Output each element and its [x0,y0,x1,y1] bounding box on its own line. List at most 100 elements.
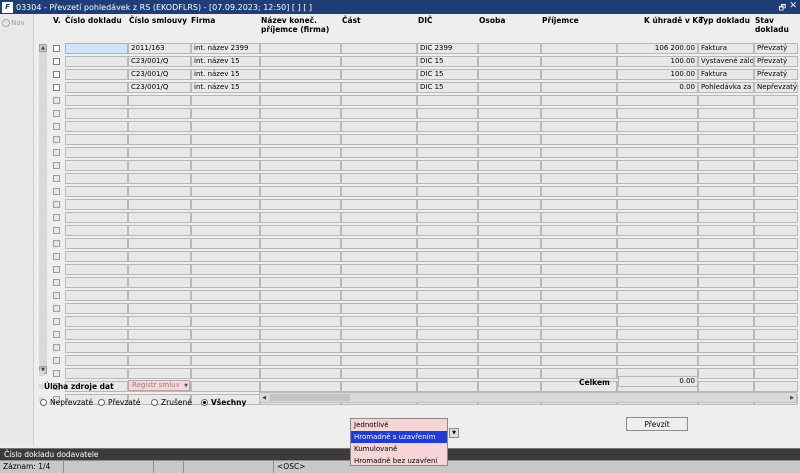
cell-stav-dokladu[interactable]: Převzatý [754,56,798,67]
table-row[interactable] [34,107,800,120]
cell-cislo-dokladu[interactable] [65,368,128,379]
cell-stav-dokladu[interactable] [754,212,798,223]
cell-dic[interactable] [417,277,478,288]
cell-k-uhrade[interactable] [617,264,698,275]
cell-cast[interactable] [341,381,417,392]
cell-k-uhrade[interactable] [617,316,698,327]
row-checkbox[interactable] [53,149,60,156]
cell-cast[interactable] [341,82,417,93]
scroll-thumb[interactable] [270,394,350,401]
cell-osoba[interactable] [478,69,541,80]
cell-cast[interactable] [341,277,417,288]
row-checkbox[interactable] [53,45,60,52]
table-row[interactable] [34,289,800,302]
row-marker[interactable] [39,319,44,324]
cell-cislo-smlouvy[interactable] [128,303,191,314]
row-marker[interactable] [39,215,44,220]
cell-stav-dokladu[interactable] [754,134,798,145]
row-marker[interactable] [39,137,44,142]
cell-osoba[interactable] [478,95,541,106]
row-checkbox[interactable] [53,305,60,312]
cell-dic[interactable] [417,238,478,249]
cell-cislo-smlouvy[interactable] [128,368,191,379]
cell-cislo-smlouvy[interactable] [128,121,191,132]
cell-cislo-smlouvy[interactable] [128,134,191,145]
cell-firma[interactable] [191,134,260,145]
cell-cislo-smlouvy[interactable] [128,108,191,119]
col-header-cislo-smlouvy[interactable]: Číslo smlouvy [129,16,187,25]
cell-osoba[interactable] [478,173,541,184]
cell-cislo-dokladu[interactable] [65,329,128,340]
cell-prijemce[interactable] [541,160,617,171]
cell-cislo-smlouvy[interactable] [128,160,191,171]
table-row[interactable]: C23/001/Q int. název 15 DIČ 15 0.00 Pohledáv… [34,81,800,94]
table-row[interactable] [34,250,800,263]
cell-prijemce-firma[interactable] [260,95,341,106]
table-row[interactable] [34,302,800,315]
cell-cislo-smlouvy[interactable]: C23/001/Q [128,56,191,67]
cell-stav-dokladu[interactable] [754,264,798,275]
cell-typ-dokladu[interactable] [698,316,754,327]
dropdown-chevron-icon[interactable]: ▼ [449,428,459,438]
cell-dic[interactable] [417,381,478,392]
row-marker[interactable] [39,254,44,259]
cell-prijemce-firma[interactable] [260,186,341,197]
cell-prijemce[interactable] [541,43,617,54]
cell-stav-dokladu[interactable] [754,355,798,366]
scroll-right-icon[interactable]: ▶ [788,393,796,402]
dropdown-option[interactable]: Kumulovaně [351,443,447,455]
row-checkbox[interactable] [53,84,60,91]
cell-prijemce-firma[interactable] [260,82,341,93]
cell-k-uhrade[interactable] [617,147,698,158]
cell-dic[interactable] [417,251,478,262]
cell-stav-dokladu[interactable] [754,95,798,106]
row-marker[interactable] [39,293,44,298]
cell-cast[interactable] [341,290,417,301]
filter-zrusene[interactable]: Zrušené [151,398,192,407]
cell-firma[interactable] [191,342,260,353]
cell-prijemce[interactable] [541,82,617,93]
cell-cislo-smlouvy[interactable] [128,329,191,340]
cell-firma[interactable] [191,303,260,314]
table-row[interactable] [34,185,800,198]
cell-firma[interactable] [191,381,260,392]
row-marker[interactable] [39,59,44,64]
cell-prijemce[interactable] [541,277,617,288]
cell-prijemce[interactable] [541,108,617,119]
row-checkbox[interactable] [53,370,60,377]
table-row[interactable] [34,120,800,133]
cell-k-uhrade[interactable] [617,290,698,301]
cell-dic[interactable]: DIČ 15 [417,69,478,80]
row-checkbox[interactable] [53,110,60,117]
cell-prijemce[interactable] [541,316,617,327]
cell-prijemce[interactable] [541,225,617,236]
row-marker[interactable] [39,332,44,337]
row-checkbox[interactable] [53,175,60,182]
cell-cislo-dokladu[interactable] [65,69,128,80]
cell-firma[interactable] [191,368,260,379]
cell-cislo-dokladu[interactable] [65,238,128,249]
cell-cislo-smlouvy[interactable]: C23/001/Q [128,69,191,80]
cell-dic[interactable] [417,199,478,210]
cell-cislo-dokladu[interactable] [65,43,128,54]
cell-k-uhrade[interactable] [617,160,698,171]
cell-typ-dokladu[interactable] [698,173,754,184]
cell-prijemce-firma[interactable] [260,69,341,80]
cell-prijemce-firma[interactable] [260,355,341,366]
row-marker[interactable] [39,358,44,363]
row-checkbox[interactable] [53,227,60,234]
cell-typ-dokladu[interactable] [698,264,754,275]
cell-cislo-smlouvy[interactable]: 2011/163 [128,43,191,54]
cell-prijemce-firma[interactable] [260,173,341,184]
cell-osoba[interactable] [478,225,541,236]
cell-prijemce-firma[interactable] [260,212,341,223]
row-marker[interactable] [39,306,44,311]
cell-prijemce[interactable] [541,238,617,249]
cell-cislo-smlouvy[interactable] [128,95,191,106]
cell-cislo-dokladu[interactable] [65,277,128,288]
row-checkbox[interactable] [53,331,60,338]
cell-stav-dokladu[interactable] [754,251,798,262]
table-row[interactable] [34,172,800,185]
cell-k-uhrade[interactable] [617,355,698,366]
cell-stav-dokladu[interactable] [754,225,798,236]
